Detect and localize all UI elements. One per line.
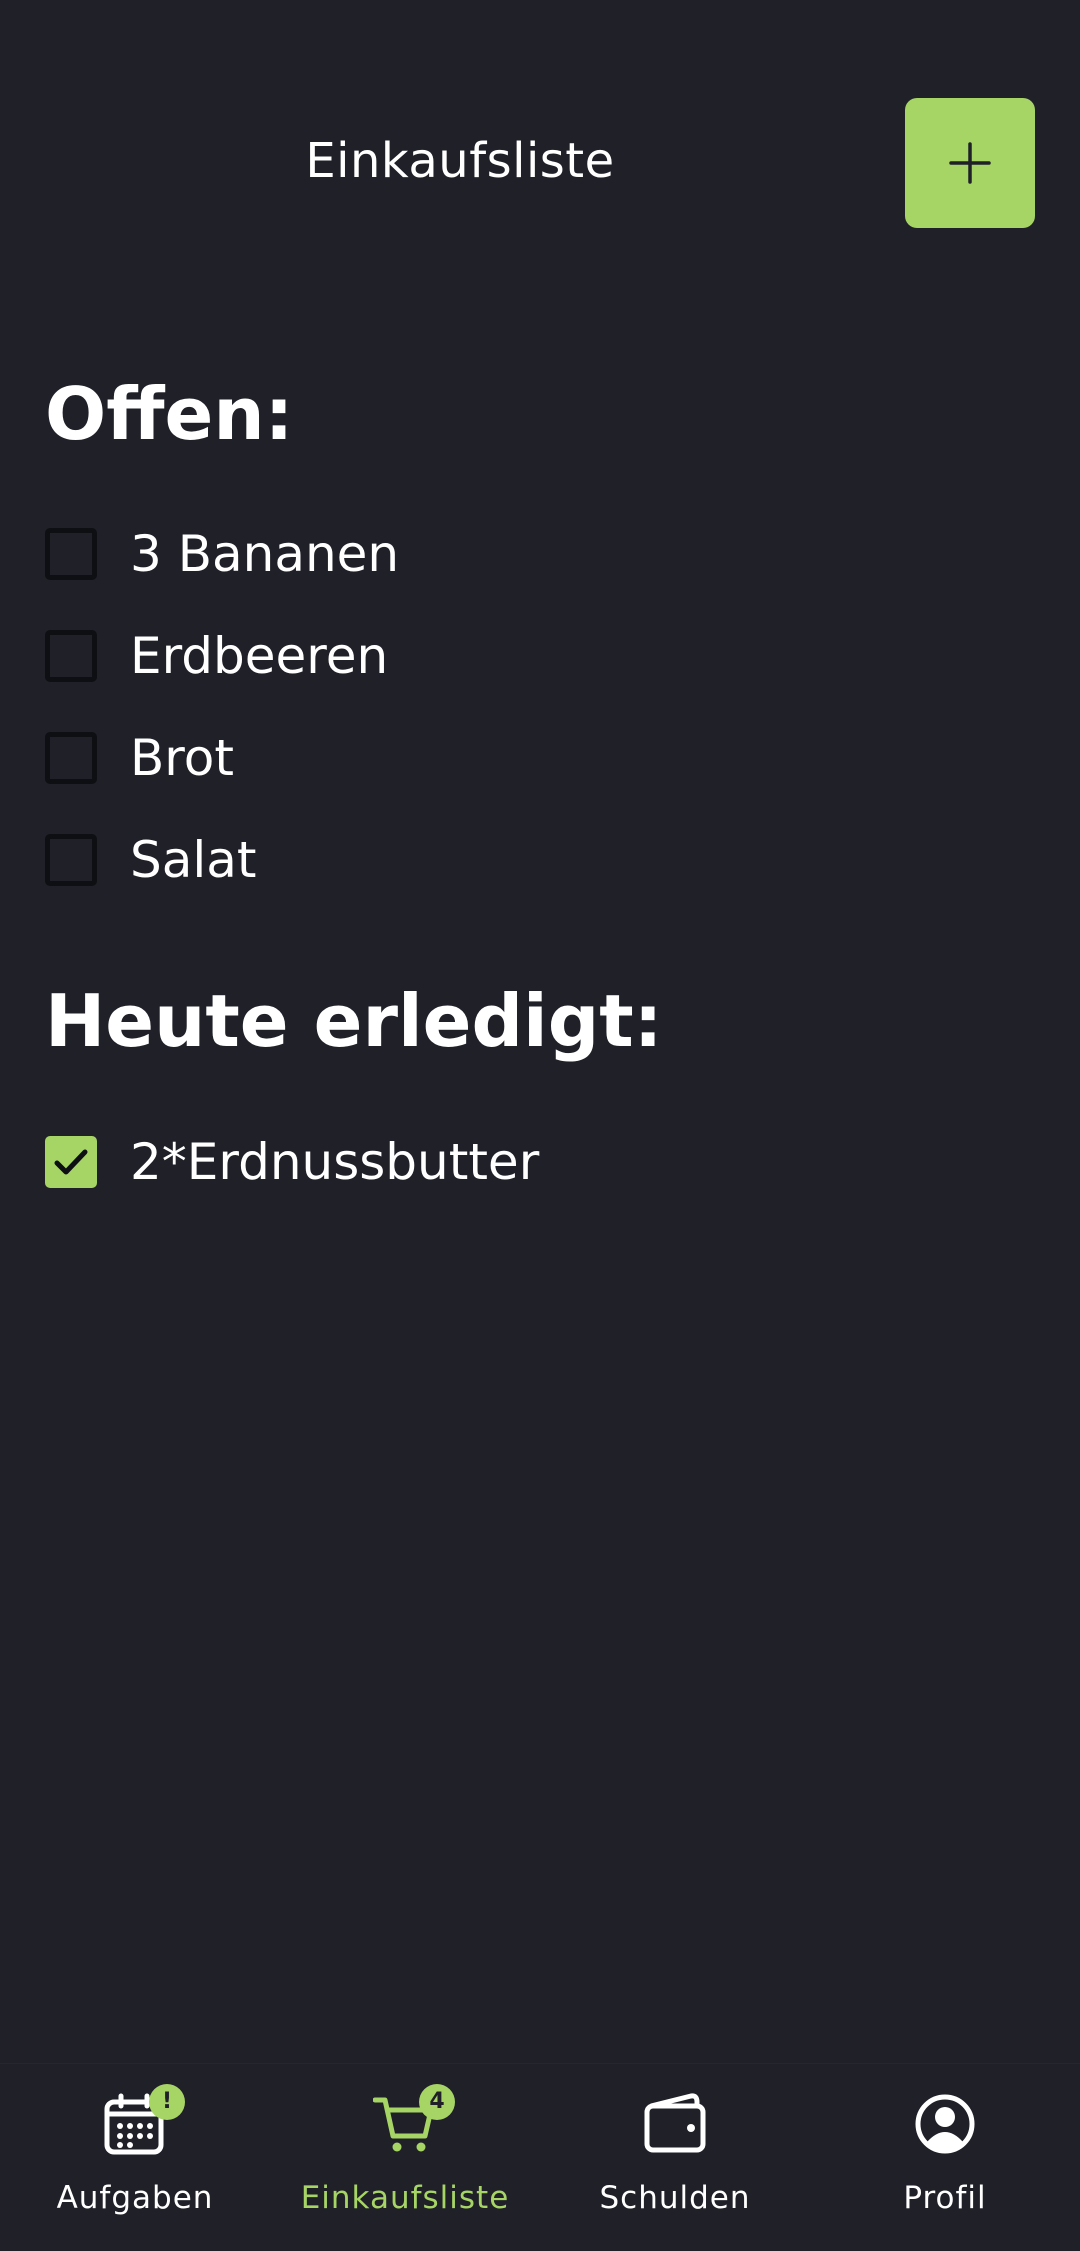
list-item[interactable]: Salat xyxy=(45,830,257,890)
nav-item-profil[interactable]: Profil xyxy=(810,2064,1080,2251)
nav-label: Schulden xyxy=(599,2180,751,2216)
section-title-open: Offen: xyxy=(45,372,294,456)
list-item[interactable]: Brot xyxy=(45,728,234,788)
nav-label: Aufgaben xyxy=(56,2180,214,2216)
page-title: Einkaufsliste xyxy=(305,133,615,189)
wallet-icon xyxy=(644,2093,706,2153)
list-item[interactable]: Erdbeeren xyxy=(45,626,388,686)
header: Einkaufsliste xyxy=(0,0,1080,300)
item-label: Salat xyxy=(130,831,257,889)
list-item[interactable]: 3 Bananen xyxy=(45,524,399,584)
item-label: Brot xyxy=(130,729,234,787)
checkmark-icon xyxy=(54,1149,88,1175)
item-label: 2*Erdnussbutter xyxy=(130,1133,540,1191)
checkbox-checked[interactable] xyxy=(45,1136,97,1188)
checkbox[interactable] xyxy=(45,732,97,784)
nav-item-aufgaben[interactable]: ! Aufgaben xyxy=(0,2064,270,2251)
bottom-nav: ! Aufgaben 4 Einkaufsliste Schulden Prof… xyxy=(0,2063,1080,2251)
plus-icon xyxy=(949,142,991,184)
checkbox[interactable] xyxy=(45,630,97,682)
checkbox[interactable] xyxy=(45,834,97,886)
item-label: 3 Bananen xyxy=(130,525,400,583)
nav-item-schulden[interactable]: Schulden xyxy=(540,2064,810,2251)
nav-label: Profil xyxy=(903,2180,987,2216)
add-item-button[interactable] xyxy=(905,98,1035,228)
section-title-done: Heute erledigt: xyxy=(45,979,663,1063)
item-label: Erdbeeren xyxy=(130,627,389,685)
notification-badge: ! xyxy=(149,2084,185,2120)
checkbox[interactable] xyxy=(45,528,97,580)
nav-item-einkaufsliste[interactable]: 4 Einkaufsliste xyxy=(270,2064,540,2251)
count-badge: 4 xyxy=(419,2084,455,2120)
list-item[interactable]: 2*Erdnussbutter xyxy=(45,1132,539,1192)
nav-label: Einkaufsliste xyxy=(300,2180,510,2216)
user-icon xyxy=(915,2094,975,2154)
